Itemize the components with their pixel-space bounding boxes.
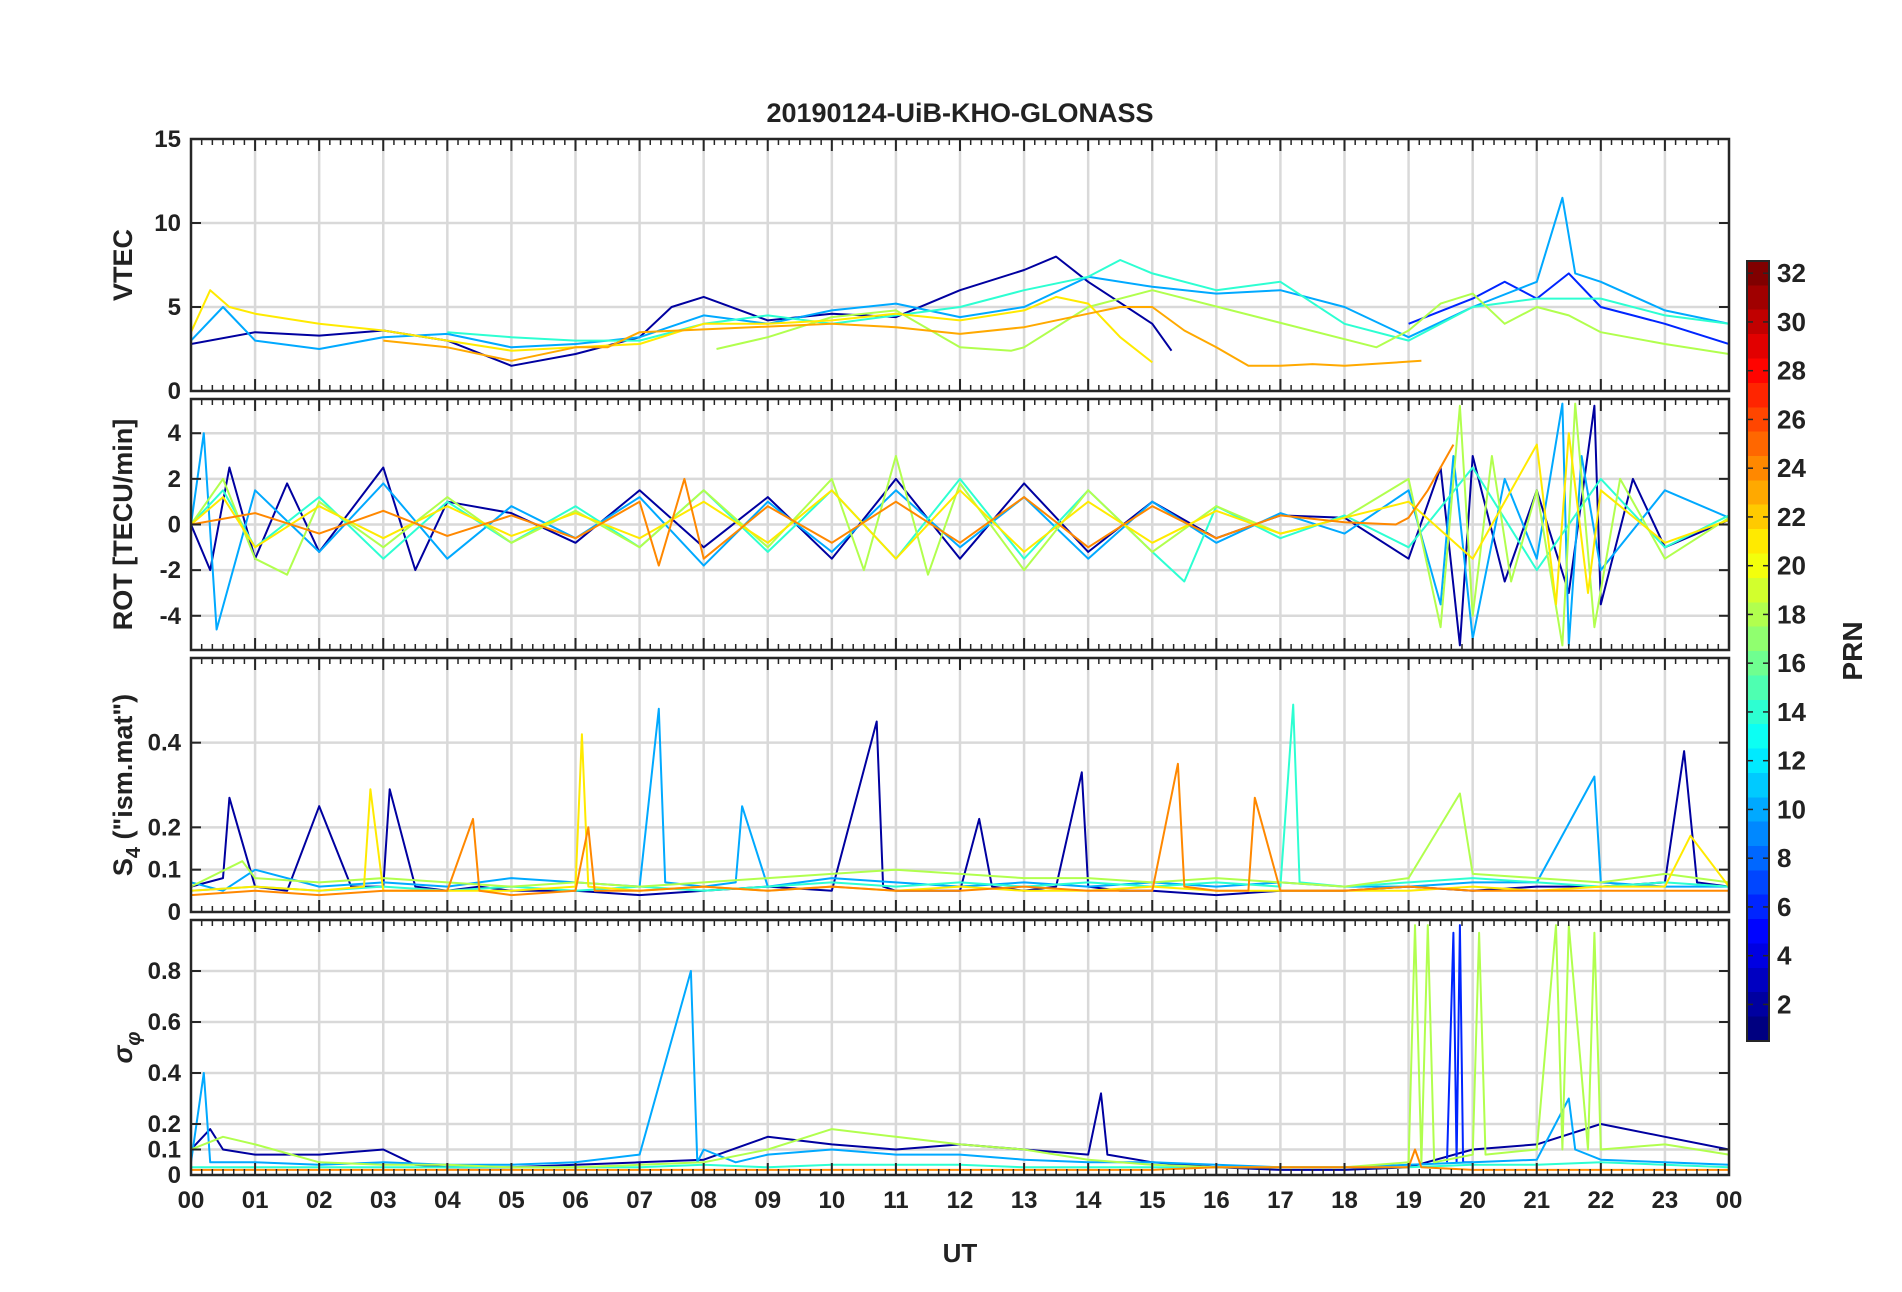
colorbar-tick-label: 20 (1777, 551, 1806, 581)
x-axis-label: UT (943, 1238, 978, 1268)
y-tick-label: 0.4 (148, 1060, 182, 1087)
x-tick-label: 06 (562, 1187, 589, 1214)
y-tick-label: 0 (168, 1162, 181, 1189)
y-tick-label: 0.2 (148, 814, 181, 841)
y-tick-label: 10 (154, 210, 181, 237)
y-tick-label: 0.6 (148, 1009, 181, 1036)
colorbar-gradient (1746, 260, 1770, 1042)
x-tick-label: 11 (883, 1187, 908, 1214)
x-tick-label: 18 (1331, 1187, 1358, 1214)
colorbar-tick-label: 24 (1777, 453, 1806, 483)
x-tick-label: 23 (1652, 1187, 1679, 1214)
colorbar-label: PRN (1837, 621, 1868, 680)
colorbar-tick-label: 2 (1777, 989, 1791, 1019)
figure: 20190124-UiB-KHO-GLONASS 051015VTEC-4-20… (0, 0, 1902, 1292)
y-tick-label: 0.8 (148, 958, 181, 985)
x-tick-label: 00 (178, 1187, 205, 1214)
colorbar-tick-label: 18 (1777, 599, 1806, 629)
y-tick-label: 0 (168, 378, 181, 405)
y-tick-label: 2 (168, 466, 181, 493)
colorbar-tick-label: 26 (1777, 404, 1806, 434)
y-tick-label: -2 (160, 557, 181, 584)
x-tick-label: 02 (306, 1187, 333, 1214)
y-tick-label: -4 (160, 603, 182, 630)
x-tick-label: 15 (1139, 1187, 1166, 1214)
x-tick-label: 20 (1459, 1187, 1486, 1214)
x-tick-label: 01 (242, 1187, 269, 1214)
y-tick-label: 0.4 (148, 730, 182, 757)
y-tick-label: 0 (168, 899, 181, 926)
x-tick-label: 00 (1716, 1187, 1743, 1214)
x-tick-label: 07 (626, 1187, 653, 1214)
y-tick-label: 15 (154, 126, 181, 153)
x-tick-label: 05 (498, 1187, 525, 1214)
y-tick-label: 0.2 (148, 1111, 181, 1138)
x-tick-label: 09 (754, 1187, 781, 1214)
x-tick-label: 12 (947, 1187, 974, 1214)
colorbar-tick-label: 22 (1777, 502, 1806, 532)
x-tick-label: 14 (1075, 1187, 1102, 1214)
x-tick-label: 08 (690, 1187, 717, 1214)
y-tick-label: 0.1 (148, 857, 181, 884)
colorbar-tick-label: 30 (1777, 307, 1806, 337)
y-tick-label: 0 (168, 512, 181, 539)
y-tick-label: 0.1 (148, 1137, 181, 1164)
colorbar-tick-label: 14 (1777, 697, 1806, 727)
x-tick-label: 10 (818, 1187, 845, 1214)
y-tick-label: 5 (168, 294, 181, 321)
x-tick-label: 21 (1523, 1187, 1550, 1214)
colorbar-tick-label: 28 (1777, 356, 1806, 386)
x-tick-label: 22 (1587, 1187, 1614, 1214)
y-axis-label: ROT [TECU/min] (108, 419, 138, 630)
y-axis-label: VTEC (108, 229, 138, 301)
colorbar-tick-label: 16 (1777, 648, 1806, 678)
x-tick-label: 13 (1011, 1187, 1038, 1214)
colorbar-tick-label: 12 (1777, 746, 1806, 776)
y-tick-label: 4 (168, 420, 182, 447)
colorbar-tick-label: 10 (1777, 794, 1806, 824)
chart-title: 20190124-UiB-KHO-GLONASS (766, 98, 1153, 128)
x-tick-label: 16 (1203, 1187, 1230, 1214)
x-tick-label: 03 (370, 1187, 397, 1214)
colorbar-tick-label: 32 (1777, 258, 1806, 288)
colorbar-tick-label: 4 (1777, 941, 1792, 971)
x-tick-label: 19 (1395, 1187, 1422, 1214)
x-tick-label: 17 (1267, 1187, 1294, 1214)
colorbar-tick-label: 8 (1777, 843, 1791, 873)
colorbar-tick-label: 6 (1777, 892, 1791, 922)
x-tick-label: 04 (434, 1187, 461, 1214)
